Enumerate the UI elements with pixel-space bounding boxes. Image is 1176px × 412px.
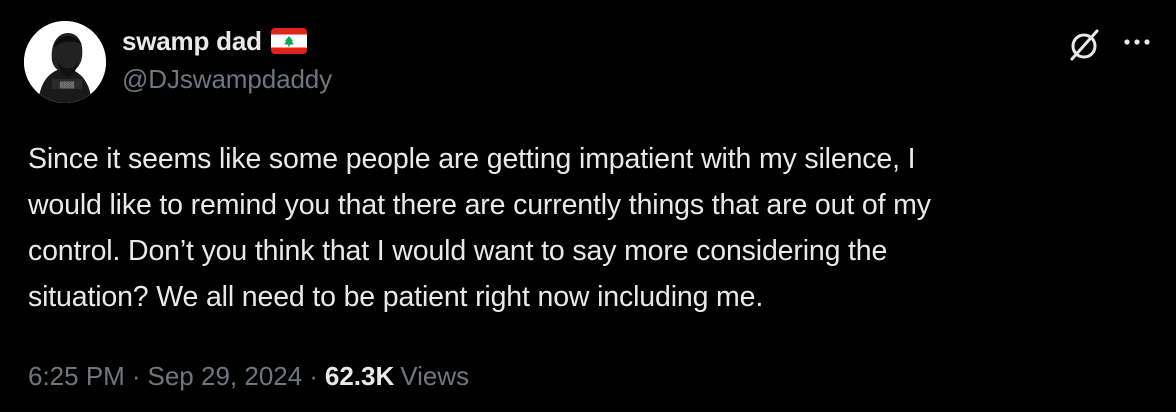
lebanon-flag-icon xyxy=(270,28,307,54)
tweet-meta: 6:25 PM · Sep 29, 2024 · 62.3K Views xyxy=(28,356,469,396)
views-label: Views xyxy=(400,360,470,391)
tweet-text: Since it seems like some people are gett… xyxy=(28,136,1158,320)
tweet-text-line: control. Don’t you think that I would wa… xyxy=(28,235,888,267)
author-display-name[interactable]: swamp dad xyxy=(122,26,262,57)
avatar-image: ▓▓▓▓ xyxy=(24,21,106,103)
grok-icon[interactable] xyxy=(1065,26,1103,64)
tweet-time[interactable]: 6:25 PM xyxy=(28,361,125,392)
tweet-text-line: Since it seems like some people are gett… xyxy=(28,143,916,175)
tweet-text-line: would like to remind you that there are … xyxy=(28,189,931,221)
author-name-row[interactable]: swamp dad xyxy=(122,23,307,59)
svg-text:▓▓▓▓: ▓▓▓▓ xyxy=(60,81,75,89)
author-avatar[interactable]: ▓▓▓▓ xyxy=(24,21,106,103)
views-count: 62.3K xyxy=(324,360,395,391)
meta-separator: · xyxy=(131,360,141,391)
tweet-date[interactable]: Sep 29, 2024 xyxy=(148,361,303,392)
meta-separator: · xyxy=(309,360,318,391)
tweet-card: ▓▓▓▓ swamp dad @DJswampdaddy Since it se… xyxy=(0,0,1176,412)
more-options-icon[interactable] xyxy=(1120,30,1154,54)
tweet-text-line: situation? We all need to be patient rig… xyxy=(28,281,764,313)
author-handle[interactable]: @DJswampdaddy xyxy=(122,64,332,95)
